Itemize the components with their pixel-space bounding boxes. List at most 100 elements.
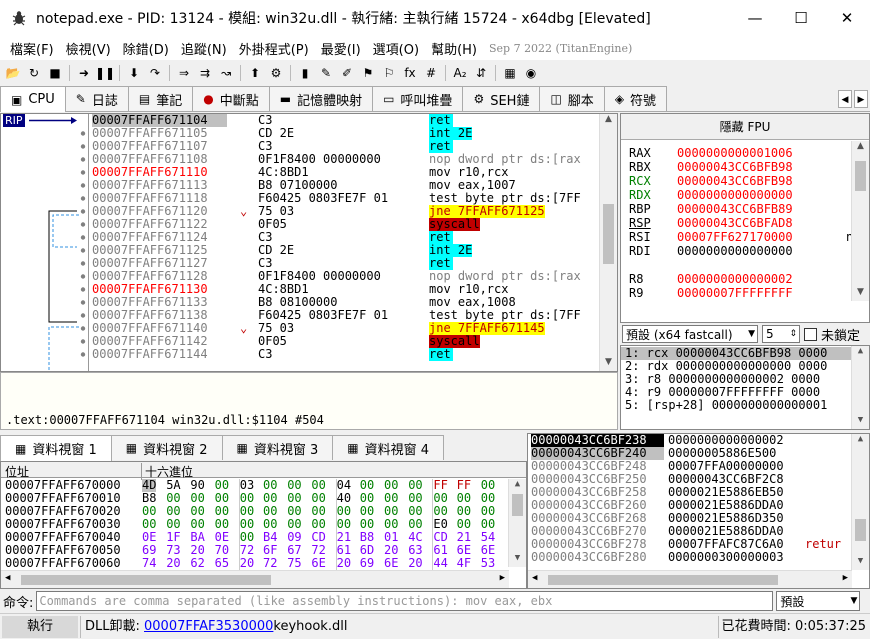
function-icon[interactable]: ⚐ xyxy=(380,64,398,82)
patch-icon[interactable]: ▮ xyxy=(296,64,314,82)
register-row[interactable]: RBX 00000043CC6BFB98 xyxy=(621,160,869,174)
register-row[interactable]: RAX 0000000000001006 xyxy=(621,146,869,160)
scroll-thumb[interactable] xyxy=(21,575,271,585)
trace-over-icon[interactable]: ⇉ xyxy=(196,64,214,82)
calculator-icon[interactable]: ▦ xyxy=(501,64,519,82)
scroll-down-icon[interactable]: ▼ xyxy=(852,556,869,570)
dump-scrollbar[interactable]: ▲ ▼ xyxy=(508,479,526,567)
register-row[interactable]: R8 0000000000000002 xyxy=(621,272,869,286)
tab-2[interactable]: ▤ 筆記 xyxy=(127,86,194,111)
scroll-thumb[interactable] xyxy=(855,519,866,541)
breakpoint-dot[interactable] xyxy=(80,300,86,305)
menu-favourites[interactable]: 最愛(I) xyxy=(315,39,367,58)
scroll-thumb[interactable] xyxy=(512,494,523,516)
reg-scrollbar[interactable]: ▲ ▼ xyxy=(851,141,869,301)
minimize-button[interactable]: — xyxy=(732,0,778,36)
tab-1[interactable]: ✎ 日誌 xyxy=(64,86,129,111)
tab-5[interactable]: ▭ 呼叫堆疊 xyxy=(372,86,464,111)
breakpoint-dot[interactable] xyxy=(80,339,86,344)
menu-file[interactable]: 檔案(F) xyxy=(4,39,60,58)
dump-hscrollbar[interactable]: ◀ ▶ xyxy=(1,570,509,588)
breakpoint-dot[interactable] xyxy=(80,248,86,253)
tab-3[interactable]: ● 中斷點 xyxy=(192,86,270,111)
tab-scroll-right-icon[interactable]: ▶ xyxy=(854,89,868,108)
stop-icon[interactable]: ■ xyxy=(46,64,64,82)
disasm-scrollbar[interactable]: ▲ ▼ xyxy=(599,114,617,371)
menu-plugins[interactable]: 外掛程式(P) xyxy=(233,39,315,58)
breakpoint-dot[interactable] xyxy=(80,144,86,149)
menu-view[interactable]: 檢視(V) xyxy=(60,39,117,58)
dump-tab-2[interactable]: ▦ 資料視窗 2 xyxy=(110,435,223,460)
dump-tab-1[interactable]: ▦ 資料視窗 1 xyxy=(0,435,112,461)
stack-hscrollbar[interactable]: ◀ ▶ xyxy=(528,570,852,588)
pause-icon[interactable]: ❚❚ xyxy=(95,64,115,82)
restart-icon[interactable]: ↻ xyxy=(25,64,43,82)
comment-icon[interactable]: ✎ xyxy=(317,64,335,82)
command-input[interactable]: Commands are comma separated (like assem… xyxy=(36,591,774,611)
tab-8[interactable]: ◈ 符號 xyxy=(603,86,668,111)
scroll-up-icon[interactable]: ▲ xyxy=(600,114,617,128)
stack-view[interactable]: 00000043CC6BF238 0000000000000002 00000043… xyxy=(527,433,870,589)
strings-icon[interactable]: ⇵ xyxy=(472,64,490,82)
stack-row[interactable]: 00000043CC6BF280 0000000300000003 xyxy=(528,551,869,564)
scroll-thumb[interactable] xyxy=(603,204,614,264)
dump-tab-4[interactable]: ▦ 資料視窗 4 xyxy=(332,435,444,460)
scroll-up-icon[interactable]: ▲ xyxy=(509,479,526,493)
arguments-pane[interactable]: 1: rcx 00000043CC6BFB98 0000 2: rdx 00000… xyxy=(620,345,870,430)
scroll-down-icon[interactable]: ▼ xyxy=(509,553,526,567)
scroll-right-icon[interactable]: ▶ xyxy=(843,573,848,583)
breakpoint-dot[interactable] xyxy=(80,274,86,279)
breakpoint-dot[interactable] xyxy=(80,222,86,227)
register-row[interactable]: RBP 00000043CC6BFB89 xyxy=(621,202,869,216)
breakpoint-dot[interactable] xyxy=(80,183,86,188)
args-scrollbar[interactable]: ▲ ▼ xyxy=(851,346,869,429)
stack-scrollbar[interactable]: ▲ ▼ xyxy=(851,434,869,570)
tab-scroll-left-icon[interactable]: ◀ xyxy=(838,89,852,108)
register-row[interactable]: RDI 0000000000000000 xyxy=(621,244,869,258)
dump-view[interactable]: 位址 十六進位 00007FFAFF670000 4D 5A 90 00 03 00 00 00… xyxy=(0,461,527,589)
register-row[interactable]: RSI 00007FF627170000 n xyxy=(621,230,869,244)
tab-6[interactable]: ⚙ SEH鏈 xyxy=(462,86,541,111)
breakpoint-dot[interactable] xyxy=(80,261,86,266)
tab-0[interactable]: ▣ CPU xyxy=(0,86,66,112)
scroll-up-icon[interactable]: ▲ xyxy=(852,434,869,448)
scroll-down-icon[interactable]: ▼ xyxy=(852,415,869,429)
run-icon[interactable]: ➜ xyxy=(75,64,93,82)
scroll-up-icon[interactable]: ▲ xyxy=(852,346,869,360)
scroll-left-icon[interactable]: ◀ xyxy=(5,573,10,583)
globe-icon[interactable]: ◉ xyxy=(522,64,540,82)
breakpoint-dot[interactable] xyxy=(80,352,86,357)
breakpoint-dot[interactable] xyxy=(80,287,86,292)
registers-pane[interactable]: 隱藏 FPU RAX 0000000000001006 RBX 00000043CC6… xyxy=(620,113,870,323)
disasm-row[interactable]: 00007FFAFF671144 C3 ret xyxy=(90,348,600,361)
breakpoint-dot[interactable] xyxy=(80,235,86,240)
register-row[interactable]: RSP 00000043CC6BFAD8 xyxy=(621,216,869,230)
register-row[interactable] xyxy=(621,258,869,272)
dll-address-link[interactable]: 00007FFAF3530000 xyxy=(144,619,273,634)
scroll-down-icon[interactable]: ▼ xyxy=(852,287,869,301)
scroll-right-icon[interactable]: ▶ xyxy=(500,573,505,583)
trace-into-icon[interactable]: ⇒ xyxy=(175,64,193,82)
step-into-icon[interactable]: ⬇ xyxy=(125,64,143,82)
scroll-thumb[interactable] xyxy=(548,575,778,585)
dump-tab-3[interactable]: ▦ 資料視窗 3 xyxy=(221,435,334,460)
menu-options[interactable]: 選項(O) xyxy=(367,39,425,58)
register-row[interactable]: RDX 0000000000000000 xyxy=(621,188,869,202)
tab-4[interactable]: ▬ 記憶體映射 xyxy=(268,86,374,111)
animate-icon[interactable]: ⚙ xyxy=(267,64,285,82)
font-icon[interactable]: A₂ xyxy=(451,64,469,82)
fx-icon[interactable]: fx xyxy=(401,64,419,82)
menu-debug[interactable]: 除錯(D) xyxy=(117,39,175,58)
scroll-left-icon[interactable]: ◀ xyxy=(532,573,537,583)
scroll-up-icon[interactable]: ▲ xyxy=(852,141,869,155)
hide-fpu-button[interactable]: 隱藏 FPU xyxy=(621,114,869,140)
disassembly-view[interactable]: RIP 00007FFAFF671104 C3 ret 00007FFAFF67110… xyxy=(0,113,618,372)
scroll-thumb[interactable] xyxy=(855,161,866,191)
maximize-button[interactable]: ☐ xyxy=(778,0,824,36)
menu-help[interactable]: 幫助(H) xyxy=(425,39,483,58)
open-icon[interactable]: 📂 xyxy=(4,64,22,82)
label-icon[interactable]: ✐ xyxy=(338,64,356,82)
breakpoint-dot[interactable] xyxy=(80,157,86,162)
breakpoint-dot[interactable] xyxy=(80,209,86,214)
dump-row[interactable]: 00007FFAFF670060 74 20 62 65 20 72 75 6E 20 69 6E 20… xyxy=(1,557,526,570)
